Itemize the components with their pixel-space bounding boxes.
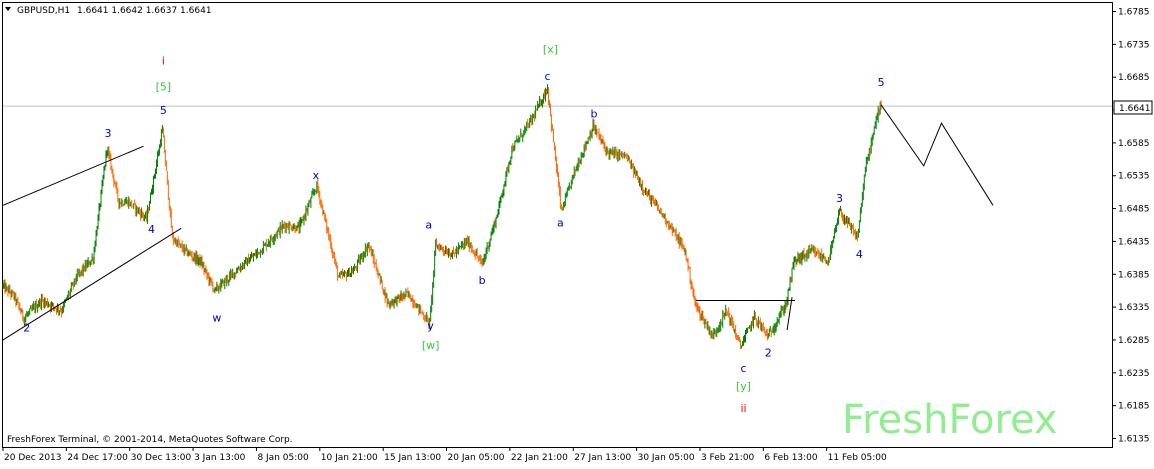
ohlc-values: 1.6641 1.6642 1.6637 1.6641	[77, 6, 212, 16]
x-tick-label: 3 Feb 21:00	[701, 453, 755, 463]
wave-label: 2	[23, 321, 30, 334]
wave-label: [w]	[422, 339, 440, 352]
x-tick-label: 11 Feb 05:00	[828, 453, 887, 463]
y-tick-label: 1.6735	[1118, 40, 1150, 50]
x-tick-label: 30 Jan 05:00	[638, 453, 695, 463]
wave-label: b	[479, 274, 486, 287]
symbol-title: GBPUSD,H1	[17, 6, 70, 16]
x-tick-label: 15 Jan 13:00	[384, 453, 441, 463]
y-tick-label: 1.6685	[1118, 73, 1150, 83]
y-tick-label: 1.6785	[1118, 8, 1150, 18]
wave-label: [x]	[543, 43, 558, 56]
wave-label: w	[212, 312, 221, 325]
candlestick-chart[interactable]: i [5] 5 3 4 2 w x a y [w] b [x] c a b c [y] ii 2 3 4 5 1.6785 1…	[0, 0, 1154, 465]
x-tick-label: 27 Jan 13:00	[574, 453, 631, 463]
wave-label: [y]	[736, 380, 751, 393]
x-tick-label: 24 Dec 17:00	[67, 453, 128, 463]
wave-label: a	[425, 218, 432, 231]
x-tick-label: 20 Dec 2013	[4, 453, 62, 463]
wave-label: c	[544, 70, 550, 83]
wave-label: x	[313, 169, 320, 182]
wave-label: ii	[740, 402, 746, 415]
y-tick-label: 1.6185	[1118, 402, 1150, 412]
wave-label: c	[740, 362, 746, 375]
wave-label: 4	[856, 248, 863, 261]
current-price-label: 1.6641	[1119, 104, 1151, 114]
y-tick-label: 1.6135	[1118, 434, 1150, 444]
chart-window[interactable]: i [5] 5 3 4 2 w x a y [w] b [x] c a b c [y] ii 2 3 4 5 1.6785 1…	[0, 0, 1154, 465]
wave-label: 3	[836, 192, 843, 205]
x-tick-label: 22 Jan 21:00	[511, 453, 568, 463]
wave-label: 5	[878, 76, 885, 89]
y-tick-label: 1.6235	[1118, 369, 1150, 379]
x-tick-label: 8 Jan 05:00	[257, 453, 309, 463]
watermark: FreshForex	[842, 397, 1058, 443]
wave-label: [5]	[156, 80, 172, 93]
wave-label: 2	[765, 346, 772, 359]
x-tick-label: 3 Jan 13:00	[194, 453, 246, 463]
y-tick-label: 1.6285	[1118, 336, 1150, 346]
wave-label: a	[557, 216, 564, 229]
wave-label: b	[591, 107, 598, 120]
copyright-text: FreshForex Terminal, © 2001-2014, MetaQu…	[7, 435, 293, 445]
wave-label: y	[427, 319, 434, 332]
wave-label: 5	[160, 104, 167, 117]
y-tick-label: 1.6335	[1118, 303, 1150, 313]
x-tick-label: 10 Jan 21:00	[321, 453, 378, 463]
wave-label: i	[162, 55, 165, 68]
chart-header: GBPUSD,H1 1.6641 1.6642 1.6637 1.6641	[5, 6, 212, 16]
y-tick-label: 1.6435	[1118, 237, 1150, 247]
y-tick-label: 1.6585	[1118, 139, 1150, 149]
x-tick-label: 6 Feb 13:00	[764, 453, 818, 463]
y-tick-label: 1.6485	[1118, 205, 1150, 215]
wave-label: 3	[104, 127, 111, 140]
y-tick-label: 1.6385	[1118, 270, 1150, 280]
x-tick-label: 20 Jan 05:00	[448, 453, 505, 463]
wave-label: 4	[148, 223, 155, 236]
y-tick-label: 1.6535	[1118, 172, 1150, 182]
x-tick-label: 30 Dec 13:00	[131, 453, 192, 463]
